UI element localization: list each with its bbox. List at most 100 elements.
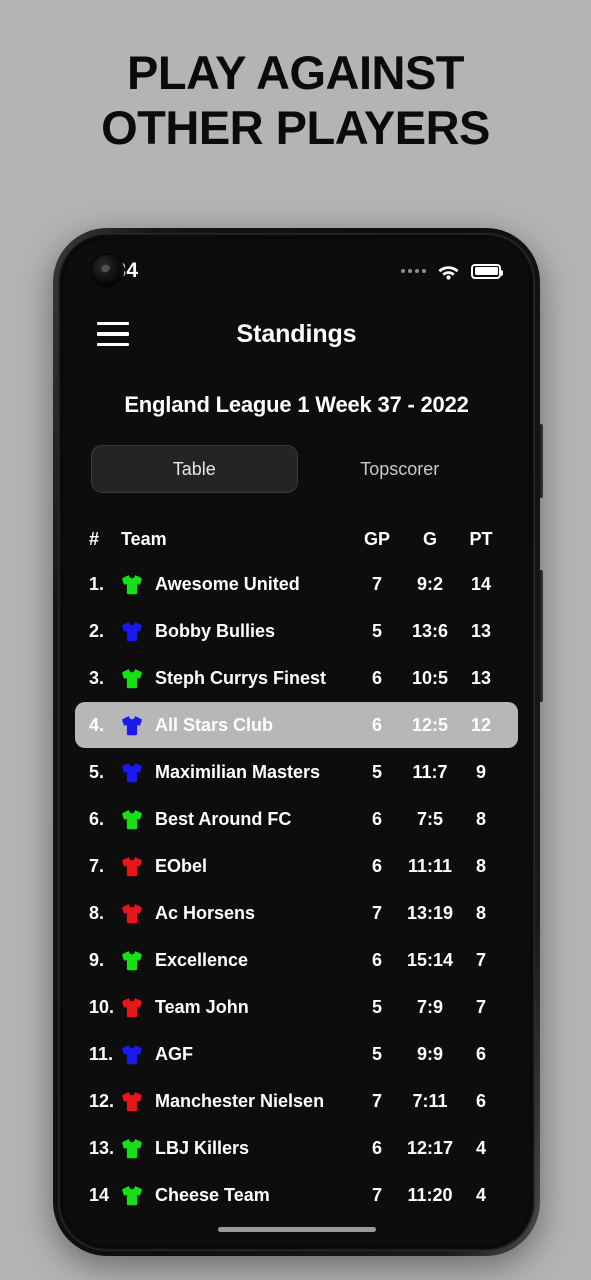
status-bar-icons — [401, 263, 503, 280]
status-bar: 9.34 — [64, 239, 529, 303]
app-bar: Standings — [64, 303, 529, 365]
row-rank: 9. — [89, 949, 105, 970]
table-header-row: # Team GP G PT — [75, 517, 518, 561]
row-team-name: Steph Currys Finest — [155, 667, 327, 688]
row-rank: 3. — [89, 667, 105, 688]
team-shirt-icon — [121, 668, 155, 689]
home-indicator-bar[interactable] — [217, 1227, 376, 1232]
row-games-played: 5 — [371, 761, 382, 782]
header-rank: # — [89, 528, 100, 549]
standings-rows: 1. Awesome United 7 9:2 14 2. Bobby Bullies 5 13… — [64, 561, 529, 1218]
team-shirt-icon — [121, 574, 155, 595]
row-rank: 10. — [89, 996, 115, 1017]
table-row[interactable]: 3. Steph Currys Finest 6 10:5 13 — [75, 655, 518, 701]
table-row[interactable]: 4. All Stars Club 6 12:5 12 — [75, 702, 518, 748]
row-goals: 13:19 — [406, 902, 454, 923]
row-points: 7 — [475, 996, 486, 1017]
volume-button[interactable] — [539, 424, 543, 498]
tab-table-label: Table — [172, 458, 216, 479]
front-camera-icon — [92, 255, 123, 286]
power-button[interactable] — [539, 570, 543, 702]
row-team-name: EObel — [155, 855, 208, 876]
promo-headline-line-2: OTHER PLAYERS — [101, 100, 490, 154]
table-row[interactable]: 14 Cheese Team 7 11:20 4 — [75, 1172, 518, 1218]
row-team-name: Bobby Bullies — [155, 620, 276, 641]
row-points: 13 — [470, 620, 492, 641]
row-games-played: 6 — [371, 808, 382, 829]
row-team-name: Excellence — [155, 949, 249, 970]
header-gp: GP — [363, 528, 390, 549]
row-games-played: 5 — [371, 1043, 382, 1064]
table-row[interactable]: 12. Manchester Nielsen 7 7:11 6 — [75, 1078, 518, 1124]
promo-headline: PLAY AGAINST OTHER PLAYERS — [0, 46, 591, 156]
wifi-icon — [437, 263, 460, 280]
table-row[interactable]: 6. Best Around FC 6 7:5 8 — [75, 796, 518, 842]
table-row[interactable]: 13. LBJ Killers 6 12:17 4 — [75, 1125, 518, 1171]
row-goals: 9:9 — [416, 1043, 443, 1064]
row-games-played: 7 — [371, 1090, 382, 1111]
header-pt: PT — [469, 528, 493, 549]
league-subtitle: England League 1 Week 37 - 2022 — [124, 392, 469, 417]
row-goals: 12:5 — [411, 714, 449, 735]
row-games-played: 6 — [371, 949, 382, 970]
row-team-name: Maximilian Masters — [155, 761, 321, 782]
team-shirt-icon — [121, 1091, 155, 1112]
row-points: 12 — [470, 714, 492, 735]
row-points: 7 — [475, 949, 486, 970]
row-team-name: AGF — [155, 1043, 193, 1064]
table-row[interactable]: 1. Awesome United 7 9:2 14 — [75, 561, 518, 607]
tab-table[interactable]: Table — [91, 445, 298, 493]
table-row[interactable]: 7. EObel 6 11:11 8 — [75, 843, 518, 889]
team-shirt-icon — [121, 762, 155, 783]
row-goals: 15:14 — [406, 949, 454, 970]
row-rank: 8. — [89, 902, 105, 923]
table-row[interactable]: 5. Maximilian Masters 5 11:7 9 — [75, 749, 518, 795]
table-row[interactable]: 9. Excellence 6 15:14 7 — [75, 937, 518, 983]
row-team-name: Team John — [155, 996, 249, 1017]
phone-mockup: 9.34 Standings — [53, 228, 543, 1256]
table-row[interactable]: 8. Ac Horsens 7 13:19 8 — [75, 890, 518, 936]
row-rank: 2. — [89, 620, 105, 641]
row-goals: 13:6 — [411, 620, 449, 641]
row-team-name: LBJ Killers — [155, 1137, 250, 1158]
row-games-played: 6 — [371, 714, 382, 735]
row-rank: 12. — [89, 1090, 115, 1111]
row-games-played: 7 — [371, 573, 382, 594]
row-rank: 13. — [89, 1137, 115, 1158]
row-goals: 7:9 — [416, 996, 443, 1017]
table-row[interactable]: 11. AGF 5 9:9 6 — [75, 1031, 518, 1077]
row-goals: 7:5 — [416, 808, 443, 829]
row-goals: 9:2 — [416, 573, 443, 594]
row-team-name: Awesome United — [155, 573, 300, 594]
row-points: 4 — [475, 1137, 486, 1158]
row-points: 8 — [475, 855, 486, 876]
row-team-name: Best Around FC — [155, 808, 292, 829]
page-title: Standings — [236, 319, 357, 348]
team-shirt-icon — [121, 950, 155, 971]
row-games-played: 6 — [371, 667, 382, 688]
team-shirt-icon — [121, 1044, 155, 1065]
team-shirt-icon — [121, 903, 155, 924]
row-games-played: 5 — [371, 996, 382, 1017]
row-goals: 11:20 — [407, 1184, 453, 1205]
team-shirt-icon — [121, 809, 155, 830]
row-points: 9 — [475, 761, 486, 782]
row-team-name: All Stars Club — [155, 714, 274, 735]
promo-headline-line-1: PLAY AGAINST — [127, 46, 465, 99]
team-shirt-icon — [121, 715, 155, 736]
row-games-played: 7 — [371, 902, 382, 923]
row-points: 14 — [470, 573, 492, 594]
row-games-played: 7 — [371, 1184, 382, 1205]
row-rank: 6. — [89, 808, 105, 829]
row-points: 4 — [475, 1184, 486, 1205]
row-points: 8 — [475, 902, 486, 923]
row-team-name: Ac Horsens — [155, 902, 256, 923]
table-row[interactable]: 2. Bobby Bullies 5 13:6 13 — [75, 608, 518, 654]
row-games-played: 5 — [371, 620, 382, 641]
table-row[interactable]: 10. Team John 5 7:9 7 — [75, 984, 518, 1030]
team-shirt-icon — [121, 1138, 155, 1159]
team-shirt-icon — [121, 997, 155, 1018]
row-team-name: Manchester Nielsen — [155, 1090, 325, 1111]
tab-topscorer[interactable]: Topscorer — [298, 445, 503, 493]
hamburger-menu-icon[interactable] — [97, 322, 129, 346]
